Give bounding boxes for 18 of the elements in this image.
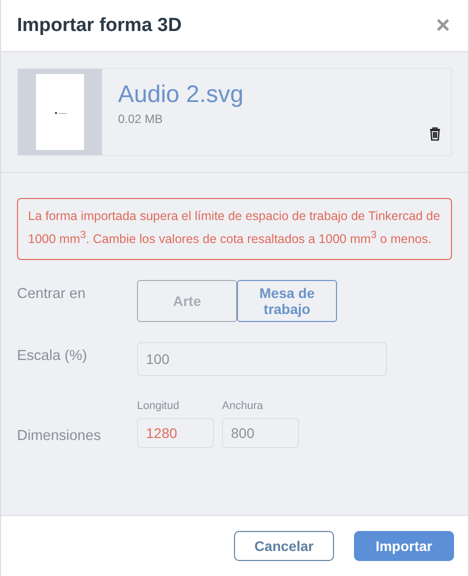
error-message: La forma importada supera el límite de espacio de trabajo de Tinkercad de 1000 mm$^{3}$. Cambie los valores de cota resaltados a 1000 mm$^{3}$ o menos. <box>17 198 452 260</box>
dimension-field[interactable]: 1280 <box>137 418 214 448</box>
field-label: Dimensiones <box>17 427 102 444</box>
dimension-field[interactable]: 800 <box>222 418 299 448</box>
file-name: Audio 2.svg <box>118 81 244 109</box>
scale-field[interactable]: 100 <box>137 342 387 376</box>
toggle-option[interactable]: Mesa de trabajo <box>237 280 337 322</box>
field-label: Escala (%) <box>17 347 88 364</box>
close-button[interactable]: × <box>436 14 450 38</box>
dialog-title: Importar forma 3D <box>17 14 182 36</box>
field-label: Centrar en <box>17 285 87 302</box>
dimension-label: Anchura <box>222 400 264 412</box>
toggle-option[interactable]: Arte <box>137 280 237 322</box>
import-button[interactable]: Importar <box>354 531 454 561</box>
dimension-label: Longitud <box>137 400 180 412</box>
file-size: 0.02 MB <box>118 112 163 126</box>
trash-icon[interactable] <box>429 127 441 141</box>
cancel-button[interactable]: Cancelar <box>234 531 334 561</box>
